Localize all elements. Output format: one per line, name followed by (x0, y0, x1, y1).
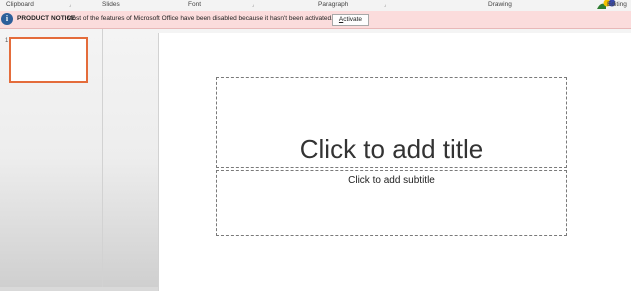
subtitle-placeholder[interactable]: Click to add subtitle (216, 170, 567, 236)
ribbon-group-clipboard: Clipboard (6, 1, 34, 8)
slide-thumbnail-1[interactable] (9, 37, 88, 83)
subtitle-placeholder-text: Click to add subtitle (348, 175, 435, 186)
dialog-launcher-icon[interactable]: ⌟ (384, 2, 386, 8)
ribbon-group-slides: Slides (102, 1, 120, 8)
activate-label: ctivate (343, 16, 363, 23)
ribbon-group-editing: Editing (607, 1, 627, 8)
activate-button[interactable]: Activate (332, 14, 369, 26)
info-icon: i (1, 13, 13, 25)
ribbon-group-paragraph: Paragraph (318, 1, 349, 8)
slide-number: 1 (5, 38, 9, 44)
product-notice-bar: i PRODUCT NOTICE Most of the features of… (0, 11, 631, 29)
notice-message: Most of the features of Microsoft Office… (67, 15, 333, 22)
ribbon-group-drawing: Drawing (488, 1, 512, 8)
title-placeholder-text: Click to add title (299, 134, 484, 164)
dialog-launcher-icon[interactable]: ⌟ (252, 2, 254, 8)
title-placeholder[interactable]: Click to add title (216, 77, 567, 168)
ribbon-group-font: Font (188, 1, 202, 8)
dialog-launcher-icon[interactable]: ⌟ (69, 2, 71, 8)
